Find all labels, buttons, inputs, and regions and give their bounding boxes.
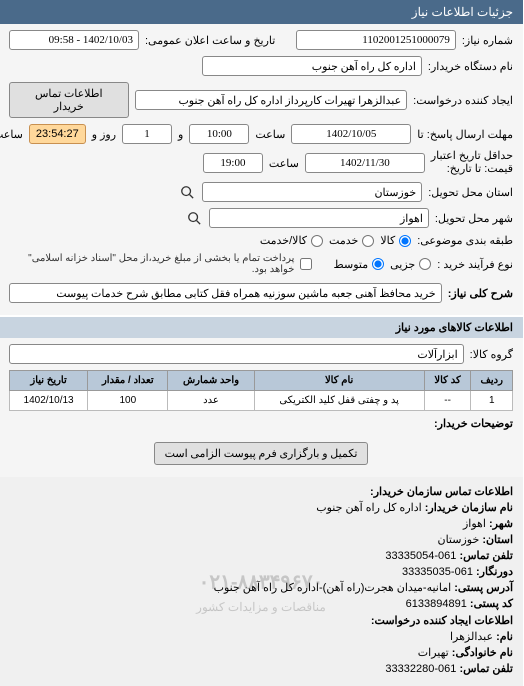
contact-city-label: شهر:: [490, 518, 514, 530]
req-name-label: نام:: [497, 631, 514, 643]
request-creator-input[interactable]: [136, 90, 409, 110]
page-header: جزئیات اطلاعات نیاز: [0, 0, 524, 24]
desc-input[interactable]: [10, 283, 443, 303]
buyer-name-input[interactable]: [203, 56, 423, 76]
contact-phone-value: 061-33335054: [386, 550, 457, 562]
search-icon-2[interactable]: [186, 209, 204, 227]
public-datetime-label: تاریخ و ساعت اعلان عمومی:: [146, 34, 276, 47]
validity-label-1: حداقل تاریخ اعتبار: [432, 150, 514, 163]
table-row[interactable]: 1 -- پد و چفتی قفل کلید الکتریکی عدد 100…: [11, 391, 514, 411]
need-number-input[interactable]: [297, 30, 457, 50]
contact-address-value: امانیه-میدان هجرت(راه آهن)-اداره کل راه …: [215, 582, 453, 594]
validity-label-2: قیمت: تا تاریخ:: [432, 163, 514, 176]
request-creator-label: ایجاد کننده درخواست:: [414, 94, 514, 107]
col-qty: تعداد / مقدار: [89, 371, 169, 391]
cell-qty: 100: [89, 391, 169, 411]
contact-city-value: اهواز: [464, 518, 487, 530]
contact-fax-label: دورنگار:: [477, 566, 514, 578]
req-phone-value: 061-33332280: [386, 663, 457, 675]
validity-time-input[interactable]: [204, 153, 264, 173]
radio-service[interactable]: [363, 235, 375, 247]
radio-medium[interactable]: [373, 258, 385, 270]
process-type-label: نوع فرآیند خرید :: [438, 258, 514, 271]
radio-medium-label: متوسط: [335, 258, 370, 271]
payment-note: پرداخت تمام یا بخشی از مبلغ خرید،از محل …: [10, 253, 295, 275]
contact-phone-label: تلفن تماس:: [460, 550, 514, 562]
radio-goods[interactable]: [400, 235, 412, 247]
radio-goods-service[interactable]: [312, 235, 324, 247]
need-number-label: شماره نیاز:: [463, 34, 514, 47]
col-name: نام کالا: [255, 371, 425, 391]
org-name-label: نام سازمان خریدار:: [426, 502, 514, 514]
req-phone-label: تلفن تماس:: [460, 663, 514, 675]
requester-section-title: اطلاعات ایجاد کننده درخواست:: [10, 614, 514, 627]
remaining-label: ساعت باقی مانده: [0, 128, 24, 141]
goods-group-label: گروه کالا:: [471, 348, 514, 361]
buyer-contact-button[interactable]: اطلاعات تماس خریدار: [10, 82, 130, 118]
col-unit: واحد شمارش: [169, 371, 255, 391]
desc-label: شرح کلی نیاز:: [449, 287, 514, 300]
delivery-province-label: استان محل تحویل:: [429, 186, 514, 199]
radio-goods-label: کالا: [381, 234, 396, 247]
search-icon[interactable]: [179, 183, 197, 201]
radio-service-label: خدمت: [330, 234, 359, 247]
buyer-name-label: نام دستگاه خریدار:: [429, 60, 514, 73]
radio-goods-service-label: کالا/خدمت: [261, 234, 308, 247]
col-row: ردیف: [472, 371, 514, 391]
goods-section-header: اطلاعات کالاهای مورد نیاز: [0, 317, 524, 338]
delivery-city-label: شهر محل تحویل:: [436, 212, 514, 225]
response-time-input[interactable]: [190, 124, 250, 144]
response-deadline-label: مهلت ارسال پاسخ: تا: [418, 128, 514, 141]
topic-category-label: طبقه بندی موضوعی:: [418, 234, 514, 247]
cell-row: 1: [472, 391, 514, 411]
days-sep: و: [179, 128, 184, 141]
contact-province-label: استان:: [483, 534, 514, 546]
cell-date: 1402/10/13: [11, 391, 89, 411]
time-label-2: ساعت: [270, 157, 300, 170]
req-surname-label: نام خانوادگی:: [453, 647, 514, 659]
contact-postal-label: کد پستی:: [471, 598, 514, 610]
days-suffix: روز و: [93, 128, 117, 141]
goods-group-input[interactable]: [10, 344, 465, 364]
contact-province-value: خوزستان: [438, 534, 480, 546]
delivery-city-input[interactable]: [210, 208, 430, 228]
header-title: جزئیات اطلاعات نیاز: [413, 5, 514, 19]
contact-address-label: آدرس پستی:: [455, 582, 514, 594]
org-name-value: اداره کل راه آهن جنوب: [317, 502, 422, 514]
req-name-value: عبدالزهرا: [451, 631, 494, 643]
col-date: تاریخ نیاز: [11, 371, 89, 391]
buyer-notes-label: توضیحات خریدار:: [435, 417, 514, 430]
time-label-1: ساعت: [256, 128, 286, 141]
contact-postal-value: 6133894891: [407, 598, 468, 610]
upload-button[interactable]: تکمیل و بارگزاری فرم پیوست الزامی است: [155, 442, 370, 465]
countdown-timer: 23:54:27: [30, 124, 87, 144]
req-surname-value: تهیرات: [419, 647, 450, 659]
radio-small[interactable]: [420, 258, 432, 270]
radio-small-label: جزیی: [391, 258, 416, 271]
goods-table: ردیف کد کالا نام کالا واحد شمارش تعداد /…: [10, 370, 514, 411]
col-code: کد کالا: [425, 371, 472, 391]
contact-section-title: اطلاعات تماس سازمان خریدار:: [10, 485, 514, 498]
contact-fax-value: 061-33335035: [403, 566, 474, 578]
validity-date-input[interactable]: [306, 153, 426, 173]
public-datetime-input[interactable]: [10, 30, 140, 50]
payment-checkbox[interactable]: [301, 258, 313, 270]
cell-code: --: [425, 391, 472, 411]
delivery-province-input[interactable]: [203, 182, 423, 202]
response-date-input[interactable]: [292, 124, 412, 144]
days-input[interactable]: [123, 124, 173, 144]
cell-name: پد و چفتی قفل کلید الکتریکی: [255, 391, 425, 411]
cell-unit: عدد: [169, 391, 255, 411]
